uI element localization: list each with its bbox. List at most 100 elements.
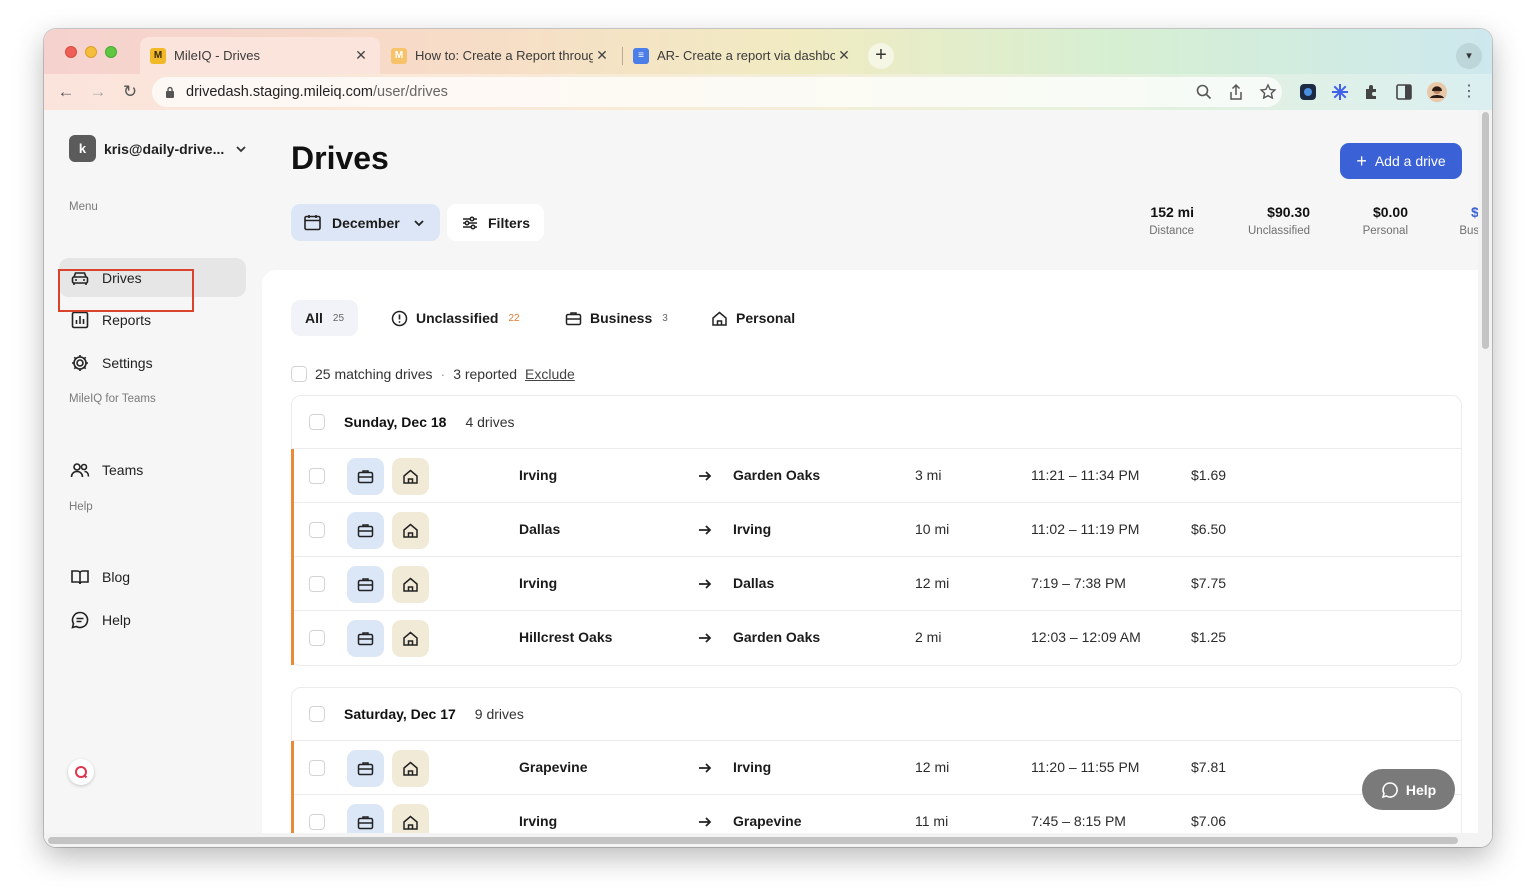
- tab-label: Personal: [736, 310, 796, 326]
- close-tab-icon[interactable]: ✕: [352, 47, 370, 64]
- close-window-button[interactable]: [65, 46, 77, 58]
- drive-row[interactable]: Grapevine Irving 12 mi 11:20 – 11:55 PM …: [291, 741, 1461, 795]
- share-icon[interactable]: [1227, 83, 1245, 101]
- classify-personal-button[interactable]: [392, 512, 429, 549]
- classify-business-button[interactable]: [347, 566, 384, 603]
- browser-menu-icon[interactable]: ⋮: [1457, 80, 1481, 104]
- classify-personal-button[interactable]: [392, 566, 429, 603]
- briefcase-icon: [565, 311, 582, 325]
- tab-unclassified[interactable]: Unclassified 22: [377, 300, 534, 336]
- classify-business-button[interactable]: [347, 458, 384, 495]
- classify-business-button[interactable]: [347, 750, 384, 787]
- forward-button[interactable]: →: [86, 80, 110, 104]
- classify-business-button[interactable]: [347, 512, 384, 549]
- browser-tab-how-to[interactable]: M How to: Create a Report throug ✕: [381, 37, 621, 74]
- page-title: Drives: [291, 140, 389, 176]
- people-icon: [70, 462, 90, 477]
- drive-value: $1.25: [1191, 629, 1227, 645]
- back-button[interactable]: ←: [54, 80, 78, 104]
- drive-row[interactable]: Irving Garden Oaks 3 mi 11:21 – 11:34 PM…: [291, 449, 1461, 503]
- classify-personal-button[interactable]: [392, 750, 429, 787]
- drive-row[interactable]: Hillcrest Oaks Garden Oaks 2 mi 12:03 – …: [291, 611, 1461, 665]
- tab-count: 25: [332, 312, 345, 324]
- matching-summary: 25 matching drives · 3 reported Exclude: [291, 366, 575, 382]
- browser-tab-mileiq-drives[interactable]: M MileIQ - Drives ✕: [140, 37, 380, 74]
- drive-checkbox[interactable]: [309, 468, 325, 484]
- extension-snowflake-icon[interactable]: [1330, 82, 1350, 102]
- exclude-link[interactable]: Exclude: [525, 366, 575, 382]
- side-panel-icon[interactable]: [1394, 82, 1414, 102]
- profile-avatar-icon[interactable]: [1427, 82, 1447, 102]
- classify-personal-button[interactable]: [392, 620, 429, 657]
- unclassified-indicator: [291, 503, 294, 557]
- reload-button[interactable]: ↻: [118, 80, 142, 104]
- tab-business[interactable]: Business 3: [551, 300, 682, 336]
- maximize-window-button[interactable]: [105, 46, 117, 58]
- drive-checkbox[interactable]: [309, 630, 325, 646]
- horizontal-scrollbar-thumb[interactable]: [48, 837, 1458, 844]
- vertical-scrollbar-thumb[interactable]: [1482, 112, 1489, 349]
- reports-highlight-box: [58, 269, 194, 312]
- extensions-puzzle-icon[interactable]: [1362, 82, 1382, 102]
- minimize-window-button[interactable]: [85, 46, 97, 58]
- month-label: December: [332, 214, 400, 231]
- matching-count: 25 matching drives: [315, 366, 433, 382]
- home-icon: [712, 311, 727, 326]
- account-switcher[interactable]: k kris@daily-drive...: [69, 135, 248, 162]
- tab-personal[interactable]: Personal: [697, 300, 809, 336]
- help-fab-label: Help: [1405, 781, 1437, 798]
- docs-favicon-icon: ≡: [633, 47, 649, 64]
- drive-distance: 10 mi: [915, 521, 950, 537]
- stat-value: 152 mi: [1150, 204, 1194, 220]
- bookmark-star-icon[interactable]: [1259, 83, 1277, 101]
- sidebar-item-settings[interactable]: Settings: [59, 343, 246, 382]
- add-drive-label: Add a drive: [1374, 153, 1446, 169]
- bar-chart-icon: [71, 311, 89, 328]
- add-drive-button[interactable]: + Add a drive: [1340, 143, 1462, 179]
- tab-search-chevron-icon[interactable]: ▾: [1456, 43, 1482, 69]
- help-floating-button[interactable]: Help: [1362, 769, 1455, 810]
- drive-checkbox[interactable]: [309, 576, 325, 592]
- briefcase-icon: [357, 578, 374, 592]
- drive-destination: Garden Oaks: [733, 467, 821, 483]
- classify-personal-button[interactable]: [392, 458, 429, 495]
- home-icon: [403, 523, 418, 538]
- unclassified-indicator: [291, 611, 294, 665]
- drive-destination: Irving: [733, 759, 772, 775]
- classify-business-button[interactable]: [347, 620, 384, 657]
- address-bar[interactable]: drivedash.staging.mileiq.com/user/drives: [152, 77, 1282, 107]
- browser-tab-docs[interactable]: ≡ AR- Create a report via dashbo ✕: [623, 37, 863, 74]
- gear-icon: [72, 354, 88, 371]
- drive-time: 11:20 – 11:55 PM: [1031, 759, 1140, 775]
- tab-all[interactable]: All 25: [291, 300, 359, 336]
- drive-distance: 2 mi: [915, 629, 942, 645]
- tab-label: Unclassified: [416, 310, 499, 326]
- drive-row[interactable]: Irving Dallas 12 mi 7:19 – 7:38 PM $7.75: [291, 557, 1461, 611]
- sidebar: k kris@daily-drive... Menu Drives Report…: [44, 110, 262, 847]
- sidebar-item-teams[interactable]: Teams: [59, 450, 246, 489]
- drive-checkbox[interactable]: [309, 522, 325, 538]
- group-checkbox[interactable]: [309, 414, 325, 430]
- select-all-checkbox[interactable]: [291, 366, 307, 382]
- month-selector[interactable]: December: [291, 204, 440, 241]
- filters-button[interactable]: Filters: [447, 204, 544, 241]
- mileiq-logo-icon[interactable]: [68, 759, 94, 785]
- sidebar-item-label: Help: [102, 611, 131, 628]
- sidebar-item-help[interactable]: Help: [59, 600, 246, 639]
- drive-distance: 12 mi: [915, 759, 950, 775]
- extension-dark-icon[interactable]: [1298, 82, 1318, 102]
- close-tab-icon[interactable]: ✕: [835, 47, 853, 64]
- briefcase-icon: [357, 762, 374, 776]
- mileiq-favicon-icon: M: [150, 47, 166, 64]
- sidebar-item-blog[interactable]: Blog: [59, 557, 246, 596]
- arrow-right-icon: [699, 763, 712, 773]
- drive-checkbox[interactable]: [309, 760, 325, 776]
- tab-count: 22: [508, 312, 520, 324]
- group-checkbox[interactable]: [309, 706, 325, 722]
- drive-checkbox[interactable]: [309, 814, 325, 830]
- new-tab-button[interactable]: +: [868, 43, 894, 69]
- drive-row[interactable]: Dallas Irving 10 mi 11:02 – 11:19 PM $6.…: [291, 503, 1461, 557]
- close-tab-icon[interactable]: ✕: [593, 47, 611, 64]
- zoom-icon[interactable]: [1195, 83, 1213, 101]
- arrow-right-icon: [699, 817, 712, 827]
